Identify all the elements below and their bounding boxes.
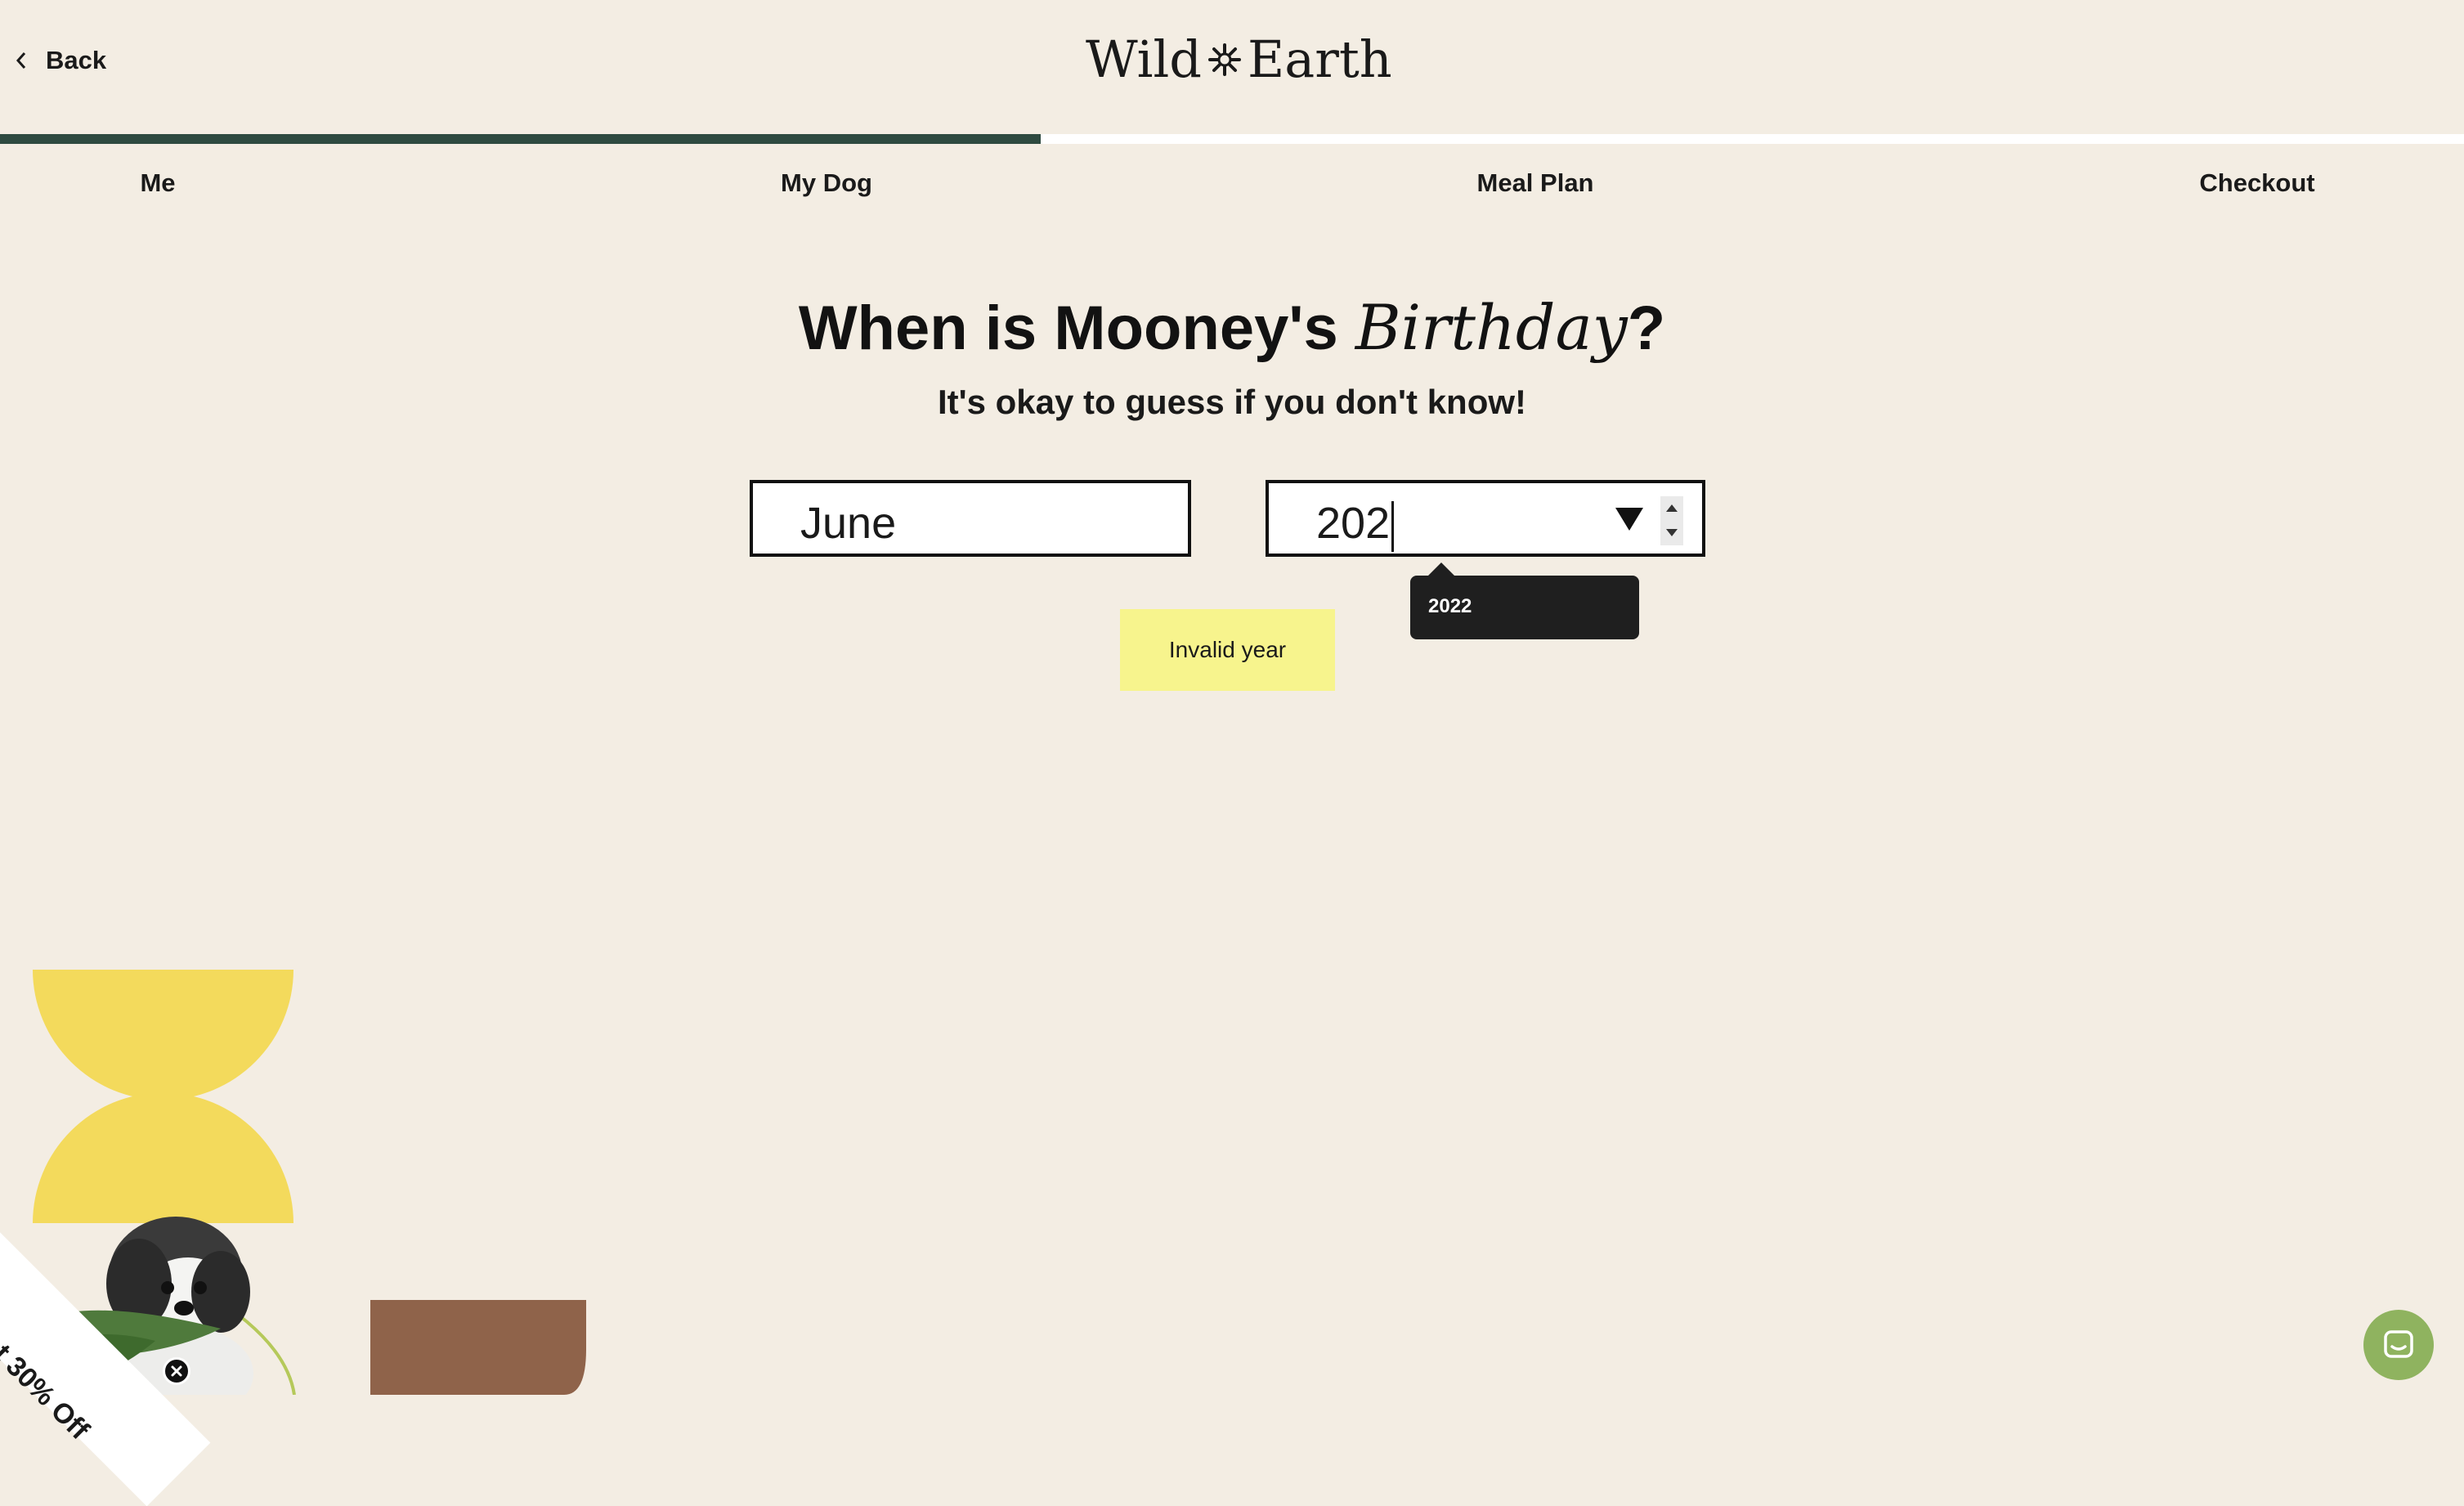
year-text: 202 (1316, 499, 1391, 548)
progress-bar (0, 134, 2464, 144)
step-me[interactable]: Me (140, 168, 175, 198)
progress-fill (0, 134, 1042, 144)
text-caret (1391, 500, 1395, 552)
close-icon (171, 1365, 182, 1377)
yellow-half-circle-top (33, 970, 293, 1100)
chat-button[interactable] (2363, 1310, 2434, 1380)
brand-name-left: Wild (1086, 29, 1202, 89)
month-value: June (800, 499, 897, 548)
title-emphasis: Birthday (1355, 291, 1628, 364)
promo-ribbon[interactable] (0, 1199, 211, 1506)
green-arc (203, 1290, 296, 1395)
spinner-up-icon[interactable] (1666, 504, 1678, 512)
month-input[interactable]: June (750, 480, 1191, 557)
brown-shape (370, 1300, 586, 1395)
year-spinner[interactable] (1660, 496, 1683, 545)
spinner-down-icon[interactable] (1666, 529, 1678, 536)
error-message: Invalid year (1120, 609, 1335, 691)
dropdown-arrow-icon[interactable] (1615, 508, 1643, 531)
decorative-shapes (33, 970, 586, 1395)
step-checkout[interactable]: Checkout (2199, 168, 2314, 198)
year-value: 202 (1316, 498, 1395, 552)
year-suggestion-option[interactable]: 2022 (1410, 563, 1639, 639)
back-button[interactable]: Back (15, 46, 106, 75)
page-title: When is Mooney's Birthday? (0, 291, 2464, 364)
page-subtitle: It's okay to guess if you don't know! (937, 383, 1527, 421)
step-my-dog[interactable]: My Dog (781, 168, 872, 198)
tooltip-pointer (1428, 563, 1454, 576)
brand-logo[interactable]: Wild Earth (1086, 29, 1392, 89)
yellow-half-circle-bottom (33, 1092, 293, 1223)
wild-earth-logo-mark (1207, 43, 1241, 76)
title-suffix: ? (1627, 294, 1666, 363)
year-suggestion-text: 2022 (1428, 595, 1472, 617)
close-promo-button[interactable] (163, 1357, 190, 1385)
chat-icon (2384, 1330, 2413, 1358)
step-meal-plan[interactable]: Meal Plan (1477, 168, 1594, 198)
year-input[interactable]: 202 (1266, 480, 1705, 557)
brand-name-right: Earth (1247, 29, 1392, 89)
title-prefix: When is Mooney's (798, 294, 1355, 363)
back-label: Back (46, 46, 107, 74)
chevron-left-icon (16, 52, 26, 69)
